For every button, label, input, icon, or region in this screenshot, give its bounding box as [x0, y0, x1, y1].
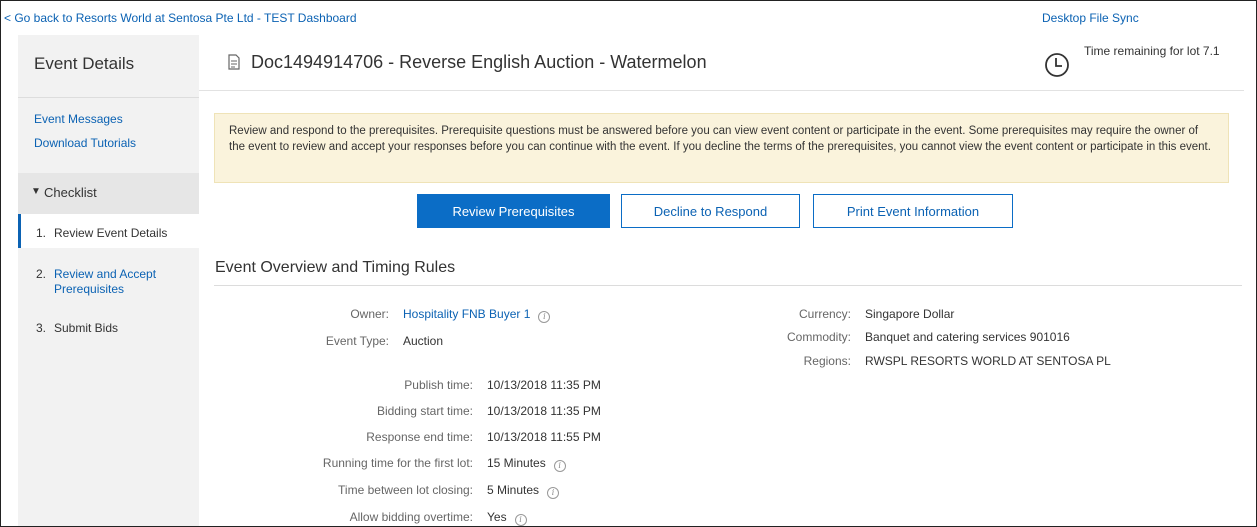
section-divider — [214, 285, 1242, 286]
owner-label: Owner: — [350, 307, 389, 321]
step-label: Review and Accept Prerequisites — [54, 267, 157, 296]
print-event-information-button[interactable]: Print Event Information — [813, 194, 1013, 228]
info-icon[interactable]: i — [547, 487, 560, 499]
lot-closing-label: Time between lot closing: — [338, 483, 473, 497]
download-tutorials-link[interactable]: Download Tutorials — [34, 136, 136, 150]
bidding-start-label: Bidding start time: — [376, 404, 473, 418]
event-type-label: Event Type: — [325, 334, 389, 348]
prerequisites-notice: Review and respond to the prerequisites.… — [214, 113, 1229, 183]
running-time-value: 15 Minutes i — [487, 456, 566, 472]
sidebar-divider — [18, 97, 199, 98]
currency-label: Currency: — [798, 307, 851, 321]
info-icon[interactable]: i — [553, 460, 566, 472]
regions-label: Regions: — [803, 354, 851, 368]
running-time-label: Running time for the first lot: — [322, 456, 473, 470]
overtime-value: Yes i — [487, 510, 527, 526]
time-remaining-label: Time remaining for lot 7.1 — [1084, 44, 1220, 58]
app-window: < Go back to Resorts World at Sentosa Pt… — [0, 0, 1257, 527]
step-number: 3. — [36, 321, 47, 335]
step-number: 1. — [36, 226, 47, 240]
commodity-label: Commodity: — [786, 330, 851, 344]
sidebar: Event Details Event Messages Download Tu… — [18, 35, 199, 526]
lot-closing-value: 5 Minutes i — [487, 483, 560, 499]
decline-to-respond-button[interactable]: Decline to Respond — [621, 194, 800, 228]
sidebar-title: Event Details — [34, 54, 135, 73]
back-to-dashboard-link[interactable]: < Go back to Resorts World at Sentosa Pt… — [4, 11, 357, 25]
step-number: 2. — [36, 267, 47, 281]
response-end-value: 10/13/2018 11:55 PM — [487, 430, 601, 444]
overtime-text: Yes — [487, 510, 507, 524]
section-title: Event Overview and Timing Rules — [215, 259, 456, 276]
owner-link[interactable]: Hospitality FNB Buyer 1 — [403, 307, 530, 321]
info-icon[interactable]: i — [514, 514, 527, 526]
checklist-step-review-event-details[interactable]: 1. Review Event Details — [18, 214, 199, 248]
caret-down-icon: ▼ — [31, 186, 41, 197]
step-label: Submit Bids — [54, 321, 119, 335]
clock-icon — [1045, 53, 1069, 77]
desktop-file-sync-link[interactable]: Desktop File Sync — [1042, 11, 1139, 25]
owner-value: Hospitality FNB Buyer 1 i — [403, 307, 551, 323]
page-title: Doc1494914706 - Reverse English Auction … — [251, 52, 707, 72]
event-type-value: Auction — [403, 334, 444, 348]
event-messages-link[interactable]: Event Messages — [34, 112, 123, 126]
header-divider — [199, 90, 1244, 91]
lot-closing-text: 5 Minutes — [487, 483, 540, 497]
top-bar: < Go back to Resorts World at Sentosa Pt… — [1, 1, 1256, 35]
checklist-step-review-prerequisites[interactable]: 2. Review and Accept Prerequisites — [18, 267, 199, 301]
bidding-start-value: 10/13/2018 11:35 PM — [487, 404, 601, 418]
commodity-value: Banquet and catering services 901016 — [865, 330, 1070, 344]
regions-value: RWSPL RESORTS WORLD AT SENTOSA PL — [865, 354, 1111, 368]
document-icon — [228, 54, 240, 70]
info-icon[interactable]: i — [538, 311, 551, 323]
checklist-label: Checklist — [44, 185, 97, 200]
checklist-toggle[interactable]: ▼ Checklist — [18, 173, 199, 214]
publish-time-value: 10/13/2018 11:35 PM — [487, 378, 601, 392]
publish-time-label: Publish time: — [404, 378, 473, 392]
checklist-step-submit-bids[interactable]: 3. Submit Bids — [18, 321, 199, 337]
running-time-text: 15 Minutes — [487, 456, 546, 470]
response-end-label: Response end time: — [366, 430, 473, 444]
step-label: Review Event Details — [54, 226, 168, 240]
review-prerequisites-button[interactable]: Review Prerequisites — [417, 194, 610, 228]
currency-value: Singapore Dollar — [865, 307, 955, 321]
overtime-label: Allow bidding overtime: — [349, 510, 473, 524]
